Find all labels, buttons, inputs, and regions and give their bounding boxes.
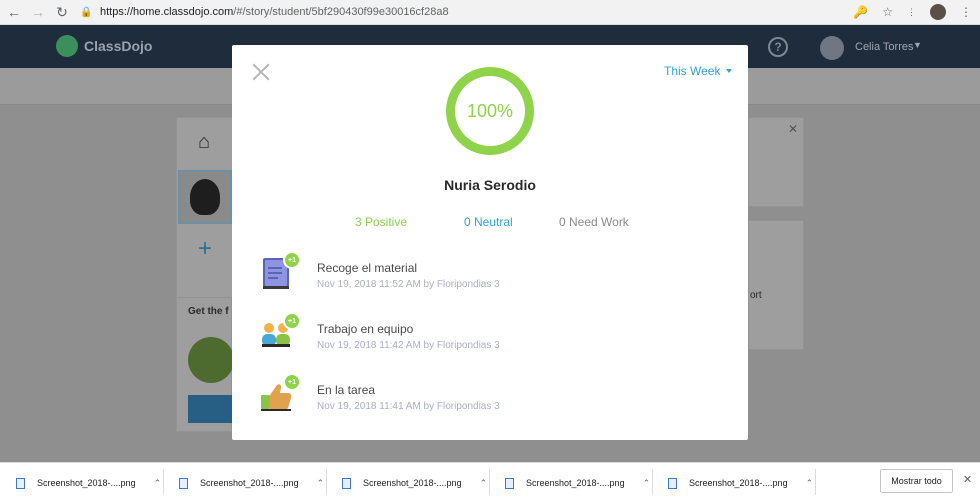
close-icon[interactable]: ✕: [788, 122, 798, 136]
student-name: Nuria Serodio: [444, 177, 536, 193]
award-item: +1 Trabajo en equipo Nov 19, 2018 11:42 …: [259, 312, 699, 364]
browser-toolbar: ← → ↻ 🔒 https://home.classdojo.com /#/st…: [0, 0, 980, 25]
period-label: This Week: [664, 64, 721, 78]
download-item[interactable]: Screenshot_2018-....png ⌃: [179, 471, 324, 495]
points-badge: +1: [283, 312, 301, 330]
report-card: [748, 220, 804, 350]
award-title: Recoge el material: [317, 261, 418, 275]
award-item: +1 En la tarea Nov 19, 2018 11:41 AM by …: [259, 373, 699, 425]
points-badge: +1: [283, 373, 301, 391]
star-icon[interactable]: ☆: [882, 5, 893, 19]
award-title: En la tarea: [317, 383, 376, 397]
chevron-up-icon[interactable]: ⌃: [154, 478, 162, 489]
award-title: Trabajo en equipo: [317, 322, 414, 336]
app-logo[interactable]: ClassDojo: [56, 35, 152, 57]
add-icon[interactable]: +: [198, 235, 212, 263]
forward-icon[interactable]: →: [28, 2, 48, 22]
download-item[interactable]: Screenshot_2018-....png ⌃: [16, 471, 161, 495]
dojo-logo-icon: [56, 35, 78, 57]
download-item[interactable]: Screenshot_2018-....png ⌃: [505, 471, 650, 495]
close-modal-icon[interactable]: [252, 63, 270, 81]
file-icon: [342, 477, 351, 489]
report-text: ort: [750, 290, 762, 301]
download-item[interactable]: Screenshot_2018-....png ⌃: [342, 471, 487, 495]
download-filename: Screenshot_2018-....png: [37, 478, 136, 488]
profile-avatar[interactable]: [930, 4, 946, 20]
download-shelf: Screenshot_2018-....png ⌃ Screenshot_201…: [0, 462, 980, 500]
app-logo-text: ClassDojo: [84, 38, 153, 54]
download-item[interactable]: Screenshot_2018-....png ⌃: [668, 471, 813, 495]
close-icon[interactable]: ✕: [963, 473, 972, 486]
neutral-count[interactable]: 0 Neutral: [464, 215, 513, 229]
download-filename: Screenshot_2018-....png: [526, 478, 625, 488]
promo-title: Get the f: [188, 306, 229, 317]
file-icon: [505, 477, 514, 489]
download-filename: Screenshot_2018-....png: [363, 478, 462, 488]
chevron-down-icon: [726, 69, 733, 73]
student-avatar[interactable]: [178, 170, 232, 224]
browser-actions: 🔑 ☆ ⋮ ⋮: [853, 4, 972, 20]
download-filename: Screenshot_2018-....png: [689, 478, 788, 488]
show-all-button[interactable]: Mostrar todo: [880, 469, 953, 493]
chevron-up-icon[interactable]: ⌃: [317, 478, 325, 489]
award-meta: Nov 19, 2018 11:42 AM by Floripondias 3: [317, 340, 500, 351]
url-path: /#/story/student/5bf290430f99e30016cf28a…: [233, 6, 449, 18]
address-bar[interactable]: 🔒 https://home.classdojo.com /#/story/st…: [80, 2, 870, 22]
lock-icon: 🔒: [80, 6, 93, 18]
file-icon: [16, 477, 25, 489]
monster-image: [188, 337, 234, 383]
chevron-up-icon[interactable]: ⌃: [643, 478, 651, 489]
award-meta: Nov 19, 2018 11:41 AM by Floripondias 3: [317, 401, 500, 412]
award-meta: Nov 19, 2018 11:52 AM by Floripondias 3: [317, 279, 500, 290]
promo-button[interactable]: [188, 395, 238, 423]
back-icon[interactable]: ←: [4, 2, 24, 22]
user-avatar[interactable]: [820, 36, 844, 60]
period-dropdown[interactable]: This Week: [664, 64, 733, 78]
file-icon: [668, 477, 677, 489]
chevron-up-icon[interactable]: ⌃: [806, 478, 814, 489]
points-badge: +1: [283, 251, 301, 269]
url-host: https://home.classdojo.com: [100, 6, 234, 18]
student-report-modal: This Week 100% Nuria Serodio 3 Positive …: [232, 45, 748, 440]
file-icon: [179, 477, 188, 489]
need-work-count[interactable]: 0 Need Work: [559, 215, 629, 229]
home-icon[interactable]: ⌂: [198, 131, 210, 154]
award-item: +1 Recoge el material Nov 19, 2018 11:52…: [259, 251, 699, 303]
user-name[interactable]: Celia Torres: [855, 41, 914, 53]
chevron-down-icon[interactable]: ▼: [913, 40, 922, 50]
positivity-donut: 100%: [446, 67, 534, 155]
chevron-up-icon[interactable]: ⌃: [480, 478, 488, 489]
help-icon[interactable]: ?: [768, 37, 788, 57]
extension-icon[interactable]: ⋮: [907, 7, 916, 18]
key-icon[interactable]: 🔑: [853, 5, 868, 19]
reload-icon[interactable]: ↻: [52, 2, 72, 22]
positivity-percent: 100%: [466, 100, 514, 121]
download-filename: Screenshot_2018-....png: [200, 478, 299, 488]
positive-count[interactable]: 3 Positive: [355, 215, 407, 229]
menu-icon[interactable]: ⋮: [960, 5, 972, 19]
